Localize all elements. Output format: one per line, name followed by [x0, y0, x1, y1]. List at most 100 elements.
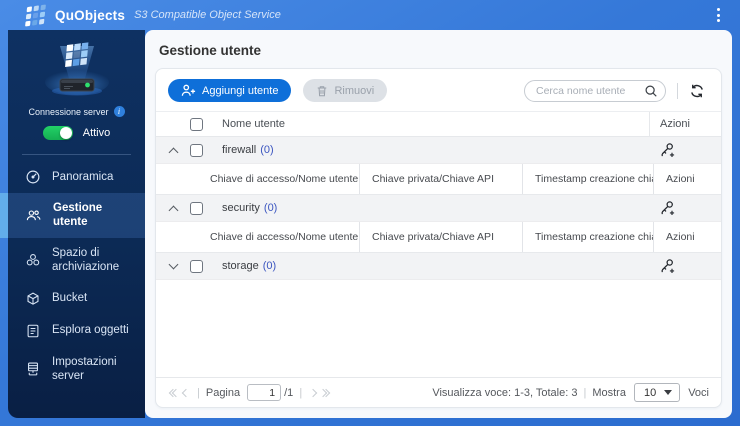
sub-col-access-key: Chiave di accesso/Nome utente — [198, 222, 360, 252]
sidebar-item-esplora-oggetti[interactable]: Esplora oggetti — [8, 315, 145, 347]
key-plus-icon — [659, 142, 675, 158]
sidebar-item-spazio-archiviazione[interactable]: Spazio di archiviazione — [8, 238, 145, 283]
trash-icon — [316, 85, 328, 97]
toolbar: Aggiungi utente Rimuovi — [156, 69, 721, 111]
gauge-icon — [25, 169, 41, 185]
sidebar-item-label: Gestione utente — [53, 201, 137, 230]
chevron-down-icon — [664, 390, 672, 395]
quobjects-logo-icon — [25, 4, 46, 26]
select-all-checkbox[interactable] — [190, 118, 203, 131]
sub-col-private-key: Chiave privata/Chiave API — [360, 222, 523, 252]
footer-divider: | — [299, 387, 302, 399]
add-key-button[interactable] — [659, 200, 675, 216]
row-checkbox[interactable] — [190, 202, 203, 215]
app-title: QuObjects — [55, 8, 125, 23]
toolbar-divider — [677, 83, 678, 99]
remove-button[interactable]: Rimuovi — [303, 79, 387, 102]
collapse-chevron-icon[interactable] — [168, 205, 178, 215]
table-row-storage[interactable]: storage (0) — [156, 253, 721, 280]
sidebar-frame: Connessione server i Attivo Panoramica — [0, 30, 145, 426]
sub-col-access-key: Chiave di accesso/Nome utente — [198, 164, 360, 194]
prev-page-button[interactable] — [181, 388, 191, 398]
kebab-menu-icon[interactable] — [711, 4, 726, 26]
connection-toggle[interactable] — [43, 126, 73, 140]
key-plus-icon — [659, 200, 675, 216]
server-hologram-illustration — [33, 38, 121, 104]
sub-col-actions: Azioni — [654, 164, 721, 194]
sidebar-item-label: Spazio di archiviazione — [52, 246, 137, 275]
sidebar: Connessione server i Attivo Panoramica — [8, 30, 145, 418]
topbar: QuObjects S3 Compatible Object Service — [0, 0, 740, 30]
storage-cluster-icon — [25, 252, 41, 268]
footer-divider: | — [583, 387, 586, 399]
sidebar-item-label: Impostazioni server — [52, 355, 137, 384]
next-page-button[interactable] — [308, 388, 318, 398]
show-label: Mostra — [592, 387, 626, 399]
cube-icon — [25, 291, 41, 307]
footer-divider: | — [197, 387, 200, 399]
items-label: Voci — [688, 387, 709, 399]
last-page-button[interactable] — [318, 388, 331, 398]
remove-label: Rimuovi — [334, 85, 374, 97]
sub-col-private-key: Chiave privata/Chiave API — [360, 164, 523, 194]
server-network-icon — [25, 361, 41, 377]
group-name: security — [222, 202, 260, 214]
document-list-icon — [25, 323, 41, 339]
column-header-actions: Azioni — [649, 112, 721, 136]
sub-col-timestamp: Timestamp creazione chiave... — [523, 222, 654, 252]
search-box — [524, 80, 666, 102]
main-panel: Gestione utente Aggiungi utente Rimuovi — [145, 30, 732, 418]
row-checkbox[interactable] — [190, 260, 203, 273]
sidebar-item-label: Esplora oggetti — [52, 323, 129, 337]
expand-chevron-icon[interactable] — [168, 260, 178, 270]
page-total: /1 — [284, 387, 293, 399]
user-table: Nome utente Azioni firewall (0) — [156, 111, 721, 407]
sidebar-divider — [22, 154, 131, 155]
refresh-button[interactable] — [689, 83, 705, 99]
sidebar-item-label: Bucket — [52, 291, 87, 305]
page-size-value: 10 — [644, 387, 656, 399]
sub-col-timestamp: Timestamp creazione chiave... — [523, 164, 654, 194]
sidebar-nav: Panoramica Gestione utente Spazio di arc… — [8, 161, 145, 391]
table-row-firewall[interactable]: firewall (0) — [156, 137, 721, 164]
sidebar-item-gestione-utente[interactable]: Gestione utente — [8, 193, 145, 238]
person-plus-icon — [181, 84, 196, 97]
sidebar-item-impostazioni-server[interactable]: Impostazioni server — [8, 347, 145, 392]
key-plus-icon — [659, 258, 675, 274]
row-checkbox[interactable] — [190, 144, 203, 157]
page-label: Pagina — [206, 387, 240, 399]
add-user-button[interactable]: Aggiungi utente — [168, 79, 291, 102]
users-icon — [25, 208, 42, 223]
connection-label: Connessione server — [28, 107, 108, 117]
first-page-button[interactable] — [168, 388, 181, 398]
group-count: (0) — [260, 144, 273, 156]
items-summary: Visualizza voce: 1-3, Totale: 3 — [432, 387, 577, 399]
column-header-name: Nome utente — [204, 118, 649, 130]
add-user-label: Aggiungi utente — [202, 85, 278, 97]
group-count: (0) — [264, 202, 277, 214]
add-key-button[interactable] — [659, 142, 675, 158]
sub-col-actions: Azioni — [654, 222, 721, 252]
sub-header-row: Chiave di accesso/Nome utente Chiave pri… — [156, 222, 721, 253]
user-management-card: Aggiungi utente Rimuovi — [155, 68, 722, 408]
table-footer: | Pagina /1 | Visualizza voce: 1-3, Tota… — [156, 377, 721, 407]
table-row-security[interactable]: security (0) — [156, 195, 721, 222]
page-number-input[interactable] — [247, 384, 281, 401]
add-key-button[interactable] — [659, 258, 675, 274]
sidebar-item-panoramica[interactable]: Panoramica — [8, 161, 145, 193]
sidebar-item-bucket[interactable]: Bucket — [8, 283, 145, 315]
group-name: firewall — [222, 144, 256, 156]
refresh-icon — [689, 83, 705, 99]
sub-header-row: Chiave di accesso/Nome utente Chiave pri… — [156, 164, 721, 195]
table-header-row: Nome utente Azioni — [156, 111, 721, 137]
group-name: storage — [222, 260, 259, 272]
sidebar-item-label: Panoramica — [52, 170, 113, 184]
info-icon[interactable]: i — [114, 106, 125, 117]
page-size-select[interactable]: 10 — [634, 383, 680, 402]
search-icon[interactable] — [644, 84, 658, 98]
collapse-chevron-icon[interactable] — [168, 147, 178, 157]
group-count: (0) — [263, 260, 276, 272]
page-title: Gestione utente — [159, 43, 722, 58]
app-subtitle: S3 Compatible Object Service — [134, 9, 281, 21]
connection-status: Attivo — [83, 127, 111, 139]
